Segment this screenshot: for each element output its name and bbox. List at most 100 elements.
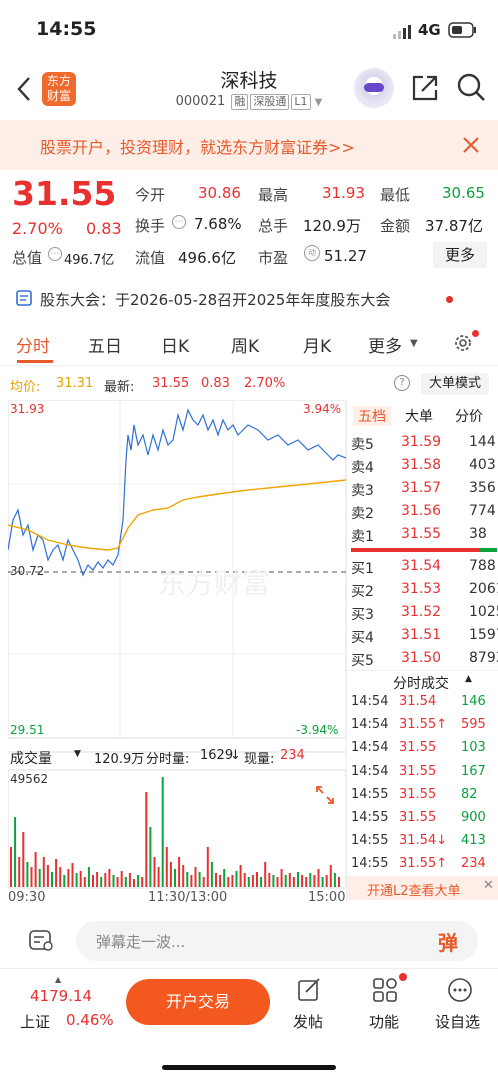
trades-title[interactable]: 分时成交 — [393, 673, 449, 693]
volume-bar — [239, 865, 242, 887]
ask-volume: 144 — [469, 434, 496, 450]
volume-bar — [34, 852, 37, 887]
bid-levels: 买1 31.54 788 买2 31.53 2061 买3 31.52 1025 买4 31.51 1… — [347, 556, 498, 671]
info-icon[interactable]: ⋯ — [48, 247, 62, 261]
trade-volume: 167 — [461, 763, 486, 779]
dropdown-icon[interactable]: ▼ — [315, 97, 323, 108]
volume-bar — [104, 873, 107, 887]
ask-label: 卖4 — [351, 460, 374, 476]
index-value[interactable]: 4179.14 — [30, 987, 92, 1005]
trade-button[interactable]: 开户交易 — [126, 979, 270, 1025]
volume-bar — [63, 875, 66, 887]
danmaku-toggle-button[interactable]: 弹 — [438, 927, 458, 956]
tab-more[interactable]: 更多 — [368, 332, 402, 357]
tab-five-day[interactable]: 五日 — [88, 332, 122, 357]
trades-title-row[interactable]: 分时成交 ▲ — [347, 670, 498, 692]
volume-bar — [313, 875, 316, 887]
tab-price-dist[interactable]: 分价 — [455, 406, 483, 426]
tab-big-orders[interactable]: 大单 — [405, 406, 433, 426]
info-icon[interactable]: ⋯ — [172, 215, 186, 229]
trade-volume: 900 — [461, 810, 486, 825]
ask-volume: 356 — [469, 480, 496, 496]
pe-type-icon[interactable]: 动 — [304, 245, 320, 261]
l2-promo[interactable]: 开通L2查看大单 ✕ — [347, 876, 498, 900]
more-options-icon[interactable] — [447, 977, 473, 1003]
trade-time: 14:55 — [351, 786, 389, 802]
function-label[interactable]: 功能 — [369, 1011, 399, 1032]
ask-label: 卖2 — [351, 506, 374, 522]
order-book-tabs: 五档 大单 分价 — [347, 404, 498, 428]
bid-price: 31.52 — [401, 604, 442, 620]
bid-label: 买4 — [351, 630, 374, 646]
tab-weekly-k[interactable]: 周K — [231, 332, 259, 357]
volume-bar — [256, 872, 258, 887]
promo-text[interactable]: 股票开户，投资理财，就选东方财富证券>> — [40, 134, 355, 158]
volume-bar — [247, 877, 250, 887]
margin-tag: 融 — [231, 94, 249, 110]
tab-five-levels[interactable]: 五档 — [353, 406, 391, 426]
function-icon[interactable] — [372, 977, 398, 1003]
volume-bar — [55, 859, 58, 887]
volume-bar — [14, 817, 17, 887]
custom-label[interactable]: 设自选 — [435, 1011, 480, 1032]
help-icon[interactable]: ? — [394, 375, 410, 391]
chevron-down-icon[interactable]: ▼ — [410, 338, 418, 349]
bid-volume: 788 — [469, 558, 496, 574]
turnover-value: 7.68% — [194, 215, 242, 233]
volume-header: 成交量 ▼ 120.9万 分时量: 1629 ↓ 现量: 234 — [8, 746, 346, 768]
notice-bar[interactable]: 股东大会：于2026-05-28召开2025年年度股东大会 — [0, 283, 498, 317]
volume-bar — [284, 875, 287, 887]
close-icon[interactable] — [462, 136, 480, 154]
volume-bar — [10, 847, 12, 887]
ask-level: 卖5 31.59 144 — [351, 432, 497, 455]
settings-dot — [472, 330, 479, 337]
volume-bar — [227, 877, 230, 887]
chevron-down-icon[interactable]: ▼ — [74, 749, 81, 759]
index-name[interactable]: 上证 — [20, 1011, 50, 1032]
trade-volume: 595 — [461, 717, 486, 733]
volume-bar — [325, 875, 328, 887]
more-button[interactable]: 更多 — [433, 242, 487, 268]
robot-avatar-icon[interactable] — [354, 68, 394, 108]
bid-label: 买1 — [351, 561, 374, 577]
post-label[interactable]: 发帖 — [293, 1011, 323, 1032]
turnover-label: 换手 — [135, 217, 166, 235]
post-icon[interactable] — [296, 977, 322, 1003]
current-price: 31.55 — [12, 174, 117, 213]
expand-icon[interactable] — [314, 784, 336, 806]
l2-promo-text[interactable]: 开通L2查看大单 — [367, 880, 461, 899]
volume-bar — [297, 872, 299, 887]
ask-price: 31.55 — [401, 526, 442, 542]
volume-selector[interactable]: 成交量 — [10, 748, 52, 768]
promo-banner[interactable]: 股票开户，投资理财，就选东方财富证券>> — [0, 120, 498, 170]
share-icon[interactable] — [410, 73, 440, 103]
time-axis-start: 09:30 — [8, 890, 46, 905]
chevron-up-icon[interactable]: ▲ — [55, 975, 61, 984]
tab-intraday[interactable]: 分时 — [16, 332, 50, 357]
danmaku-list-icon[interactable] — [28, 929, 54, 953]
chart-svg[interactable]: 东方财富 — [7, 399, 347, 905]
volume-bar — [100, 877, 103, 887]
volume-bar — [42, 857, 45, 887]
trade-list: 14:54 31.54 146 14:54 31.55↑ 595 14:54 31.55 103… — [347, 692, 498, 878]
tab-monthly-k[interactable]: 月K — [303, 332, 331, 357]
volume-label: 总手 — [258, 217, 289, 235]
volume-bar — [268, 873, 271, 887]
tab-daily-k[interactable]: 日K — [161, 332, 189, 357]
volume-bar — [219, 875, 222, 887]
close-icon[interactable]: ✕ — [483, 878, 494, 893]
index-pct[interactable]: 0.46% — [66, 1011, 114, 1029]
danmaku-input[interactable]: 弹幕走一波... 弹 — [76, 921, 478, 961]
volume-bar — [338, 877, 340, 887]
intraday-chart[interactable]: 东方财富 31.93 3.94% 30.72 29.51 -3.94% 成交量 … — [7, 399, 347, 905]
now-vol-value: 234 — [280, 748, 305, 763]
search-icon[interactable] — [456, 72, 486, 102]
gear-icon[interactable] — [452, 332, 474, 354]
chevron-up-icon[interactable]: ▲ — [465, 674, 472, 684]
volume-bar — [251, 875, 254, 887]
latest-pct: 2.70% — [244, 376, 286, 391]
bid-level: 买5 31.50 8793 — [351, 648, 498, 671]
ask-volume: 403 — [469, 457, 496, 473]
big-order-mode-button[interactable]: 大单模式 — [421, 373, 489, 395]
notice-text[interactable]: 股东大会：于2026-05-28召开2025年年度股东大会 — [40, 289, 390, 310]
